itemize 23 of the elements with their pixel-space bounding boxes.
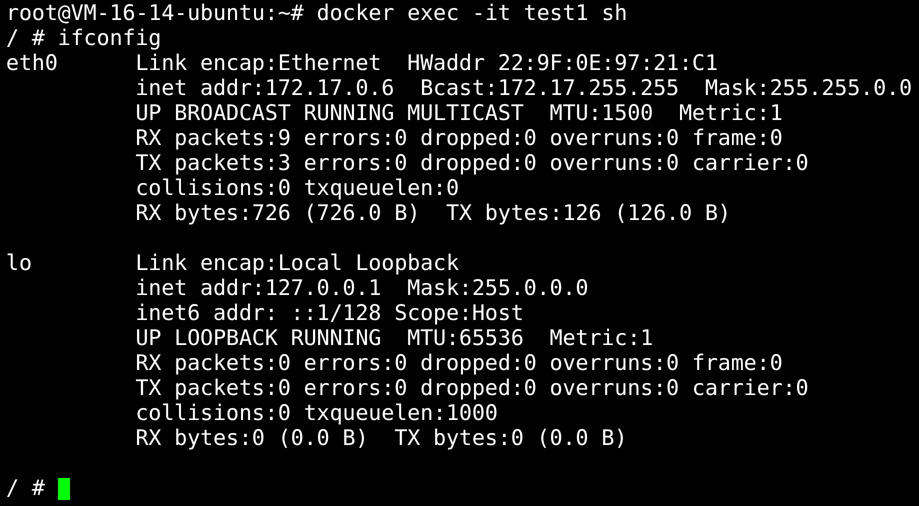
- shell-prompt: / #: [6, 26, 45, 51]
- output-line: TX packets:3 errors:0 dropped:0 overruns:0 carrier:0: [135, 151, 809, 176]
- shell-prompt: root@VM-16-14-ubuntu:~#: [6, 1, 304, 26]
- shell-prompt: / #: [6, 476, 45, 501]
- interface-name: lo: [6, 251, 32, 276]
- command-text: ifconfig: [58, 26, 162, 51]
- output-line: RX bytes:0 (0.0 B) TX bytes:0 (0.0 B): [135, 426, 628, 451]
- output-line: Link encap:Local Loopback: [135, 251, 460, 276]
- output-line: Link encap:Ethernet HWaddr 22:9F:0E:97:21:C1: [135, 51, 718, 76]
- output-line: inet addr:172.17.0.6 Bcast:172.17.255.255 Mask:255.255.0.0: [135, 76, 912, 101]
- command-text: docker exec -it test1 sh: [316, 1, 628, 26]
- output-line: collisions:0 txqueuelen:1000: [135, 401, 498, 426]
- text-cursor: [58, 478, 70, 500]
- output-line: RX bytes:726 (726.0 B) TX bytes:126 (126.0 B): [135, 201, 731, 226]
- output-line: UP LOOPBACK RUNNING MTU:65536 Metric:1: [135, 326, 654, 351]
- output-line: RX packets:0 errors:0 dropped:0 overruns:0 frame:0: [135, 351, 783, 376]
- output-line: collisions:0 txqueuelen:0: [135, 176, 460, 201]
- output-line: inet addr:127.0.0.1 Mask:255.0.0.0: [135, 276, 588, 301]
- output-line: inet6 addr: ::1/128 Scope:Host: [135, 301, 524, 326]
- output-line: RX packets:9 errors:0 dropped:0 overruns:0 frame:0: [135, 126, 783, 151]
- output-line: TX packets:0 errors:0 dropped:0 overruns:0 carrier:0: [135, 376, 809, 401]
- output-line: UP BROADCAST RUNNING MULTICAST MTU:1500 Metric:1: [135, 101, 783, 126]
- interface-name: eth0: [6, 51, 58, 76]
